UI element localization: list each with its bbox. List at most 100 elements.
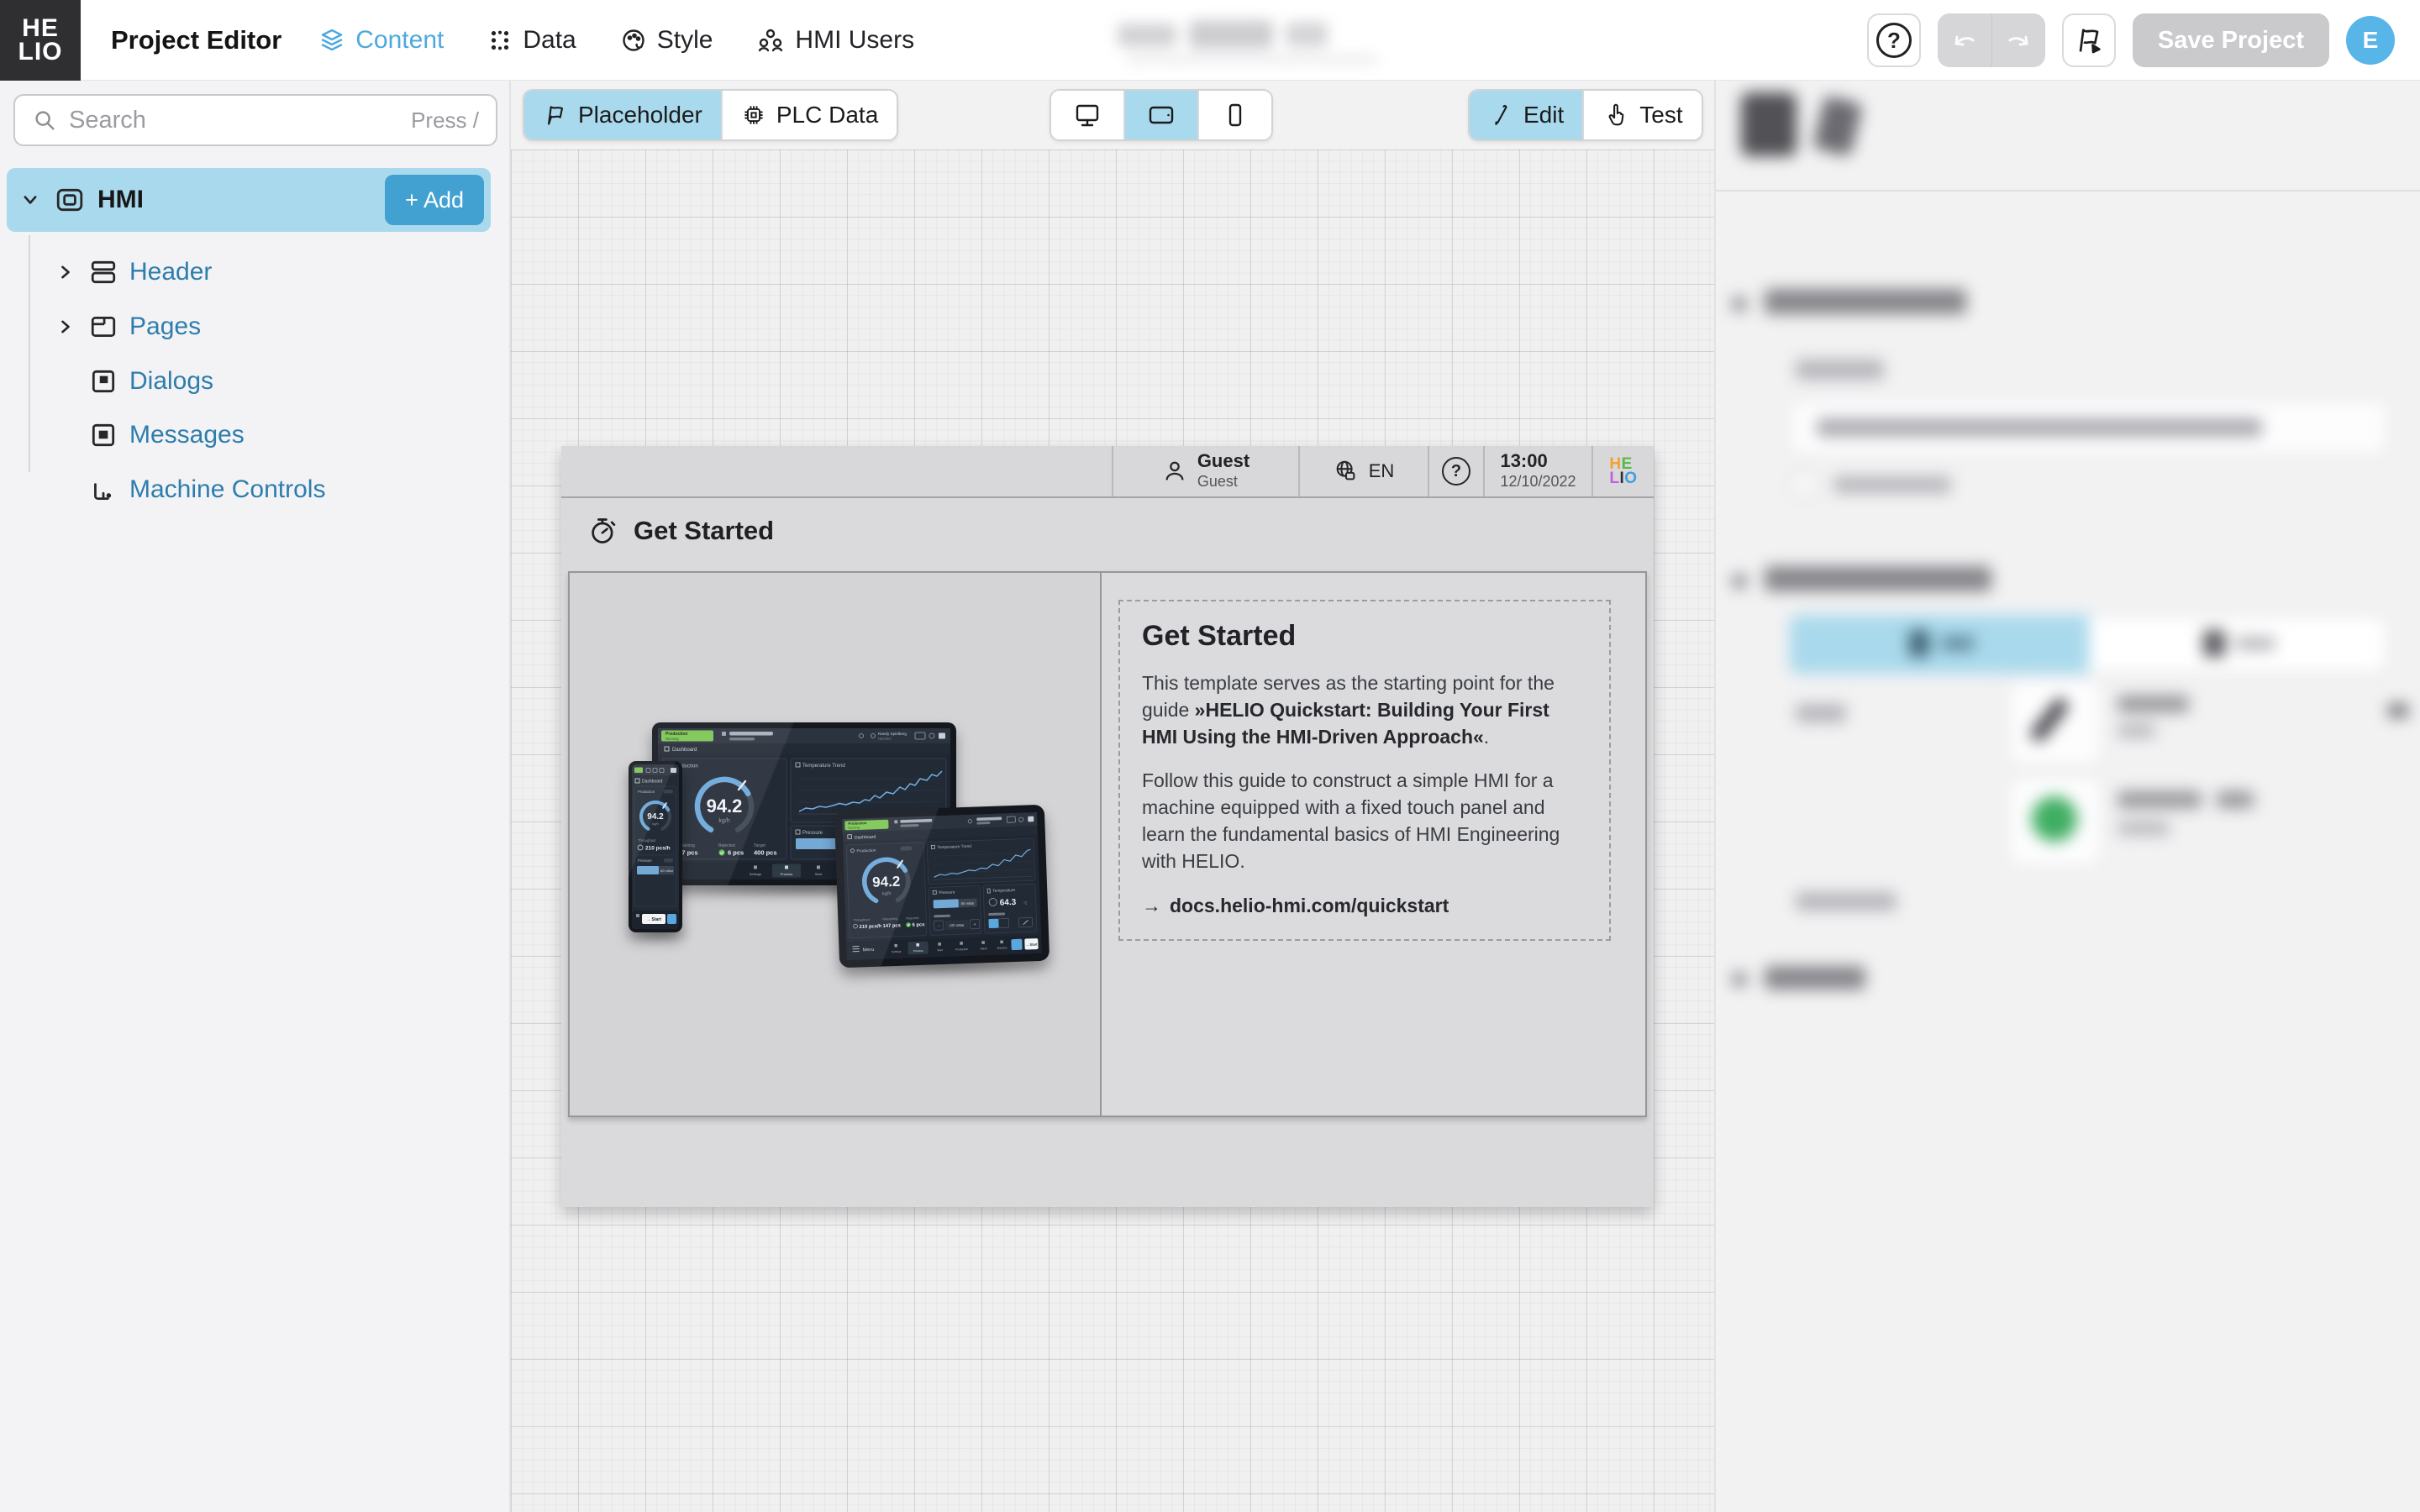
layers-icon	[318, 27, 345, 54]
phone-icon	[1228, 103, 1242, 127]
redo-button[interactable]	[1991, 13, 2045, 67]
hero-image-cell[interactable]: Production Running Randy Spielberg Opera…	[570, 573, 1102, 1116]
project-editor-app: HE LIO Project Editor Content Data Style…	[0, 0, 2420, 1512]
svg-text:210 pcs/h: 210 pcs/h	[645, 846, 671, 852]
canvas-grid[interactable]: Guest Guest EN ? 13:00 12/10/2022 HE LIO…	[511, 150, 1714, 1512]
statusbar-help[interactable]: ?	[1428, 446, 1483, 496]
user-avatar[interactable]: E	[2346, 16, 2395, 65]
editor-canvas: Placeholder PLC Data Edit Test Guest Gue…	[511, 81, 1714, 1512]
section-chevron[interactable]	[1733, 575, 1746, 588]
search-icon	[35, 111, 55, 130]
segment-label: Test	[1639, 102, 1683, 128]
quickstart-link[interactable]: → docs.helio-hmi.com/quickstart	[1142, 895, 1587, 917]
svg-text:Dashboard: Dashboard	[642, 780, 663, 785]
green-status-dot	[2032, 796, 2077, 842]
hmi-page-title: Get Started	[634, 516, 775, 545]
tree-item-machine-controls[interactable]: Machine Controls	[89, 465, 325, 515]
tree-item-dialogs[interactable]: Dialogs	[89, 356, 213, 407]
rich-text-widget[interactable]: Get Started This template serves as the …	[1118, 600, 1611, 941]
search-input[interactable]	[69, 106, 400, 134]
chevron-down-icon[interactable]	[2388, 704, 2408, 717]
svg-text:Dashboard: Dashboard	[855, 835, 876, 841]
help-button[interactable]: ?	[1866, 13, 1921, 67]
time-value: 13:00	[1500, 450, 1548, 471]
hmi-statusbar: Guest Guest EN ? 13:00 12/10/2022 HE LIO	[561, 446, 1654, 498]
toggle-blurred[interactable]	[1791, 472, 1817, 497]
tree-label: HMI	[97, 186, 144, 213]
hero-phone-device: Dashboard Production 94.2 kg/h Throughpu…	[629, 761, 682, 932]
chevron-down-icon[interactable]	[18, 188, 42, 212]
publish-preview-button[interactable]	[2061, 13, 2116, 67]
device-phone-button[interactable]	[1197, 91, 1271, 139]
add-button[interactable]: + Add	[385, 175, 484, 225]
svg-text:80 mBar: 80 mBar	[660, 869, 674, 873]
logo-line-top: HE	[22, 13, 59, 42]
option-text-bar	[2217, 791, 2254, 808]
svg-text:400 pcs: 400 pcs	[754, 849, 777, 857]
placeholder-mode-button[interactable]: Placeholder	[524, 91, 721, 139]
link-text: docs.helio-hmi.com/quickstart	[1170, 895, 1449, 916]
widget-paragraph-2: Follow this guide to construct a simple …	[1142, 769, 1560, 872]
test-mode-button[interactable]: Test	[1582, 91, 1702, 139]
save-project-button[interactable]: Save Project	[2132, 13, 2329, 67]
segment-label-bar	[1941, 637, 1975, 650]
date-value: 12/10/2022	[1500, 473, 1576, 490]
svg-text:147 pcs: 147 pcs	[883, 923, 901, 929]
pages-icon	[91, 316, 116, 338]
section-title-bar	[1765, 289, 1966, 314]
svg-text:Pressure: Pressure	[939, 890, 955, 895]
tab-content[interactable]: Content	[318, 26, 444, 55]
globe-language-icon	[1336, 460, 1355, 480]
inspector-tool-icon[interactable]	[1812, 95, 1864, 157]
svg-text:94.2: 94.2	[647, 812, 664, 822]
plc-chip-icon	[744, 106, 763, 124]
header-section-icon	[91, 260, 116, 284]
svg-text:Temperature: Temperature	[992, 888, 1015, 894]
tab-hmi-users[interactable]: HMI Users	[756, 26, 914, 55]
segment-label: Edit	[1523, 102, 1565, 128]
statusbar-user[interactable]: Guest Guest	[1112, 446, 1298, 496]
device-desktop-button[interactable]	[1051, 91, 1123, 139]
tree-item-header[interactable]: Header	[54, 247, 212, 297]
mode-switch: Edit Test	[1468, 89, 1703, 141]
svg-text:Pressure: Pressure	[802, 831, 823, 836]
svg-text:Start: Start	[815, 872, 823, 876]
search-shortcut-hint: Press /	[411, 107, 479, 133]
tablet-icon	[1149, 106, 1174, 124]
statusbar-language[interactable]: EN	[1298, 446, 1428, 496]
messages-icon	[92, 423, 115, 447]
plc-data-mode-button[interactable]: PLC Data	[720, 91, 897, 139]
tab-data[interactable]: Data	[487, 26, 576, 55]
svg-text:-: -	[938, 924, 939, 929]
section-chevron[interactable]	[1733, 973, 1746, 986]
helio-color-logo: HE LIO	[1609, 455, 1638, 487]
section-chevron[interactable]	[1733, 297, 1746, 311]
tree-item-hmi[interactable]: HMI + Add	[7, 168, 491, 232]
svg-text:→ Start: → Start	[1025, 942, 1038, 948]
undo-redo-group	[1937, 13, 2045, 67]
tree-item-pages[interactable]: Pages	[54, 302, 201, 352]
segment-active-blurred[interactable]	[1790, 615, 2089, 674]
device-tablet-button[interactable]	[1123, 91, 1197, 139]
inspector-tool-icon[interactable]	[1741, 92, 1797, 156]
tab-label: Content	[355, 25, 445, 54]
nav-actions: ? Save Project E	[1866, 13, 2395, 67]
tree-item-messages[interactable]: Messages	[89, 410, 245, 460]
help-icon: ?	[1876, 23, 1912, 58]
tab-style[interactable]: Style	[620, 26, 713, 55]
widget-paragraph-1: This template serves as the starting poi…	[1142, 672, 1555, 748]
tree-guide-line	[29, 235, 30, 472]
svg-text:Rejected: Rejected	[718, 843, 735, 848]
segment-icon	[1909, 630, 1929, 657]
svg-text:°C: °C	[1023, 900, 1028, 905]
undo-button[interactable]	[1938, 13, 1991, 67]
svg-text:+: +	[973, 922, 976, 927]
stopwatch-icon	[592, 518, 616, 543]
chevron-right-icon[interactable]	[54, 315, 77, 339]
hmi-preview[interactable]: Guest Guest EN ? 13:00 12/10/2022 HE LIO…	[561, 446, 1654, 1207]
hmi-content-region: Production Running Randy Spielberg Opera…	[568, 571, 1647, 1117]
svg-text:Throughput: Throughput	[853, 918, 870, 922]
tree-label: Pages	[129, 312, 202, 340]
edit-mode-button[interactable]: Edit	[1470, 91, 1583, 139]
chevron-right-icon[interactable]	[54, 260, 77, 284]
